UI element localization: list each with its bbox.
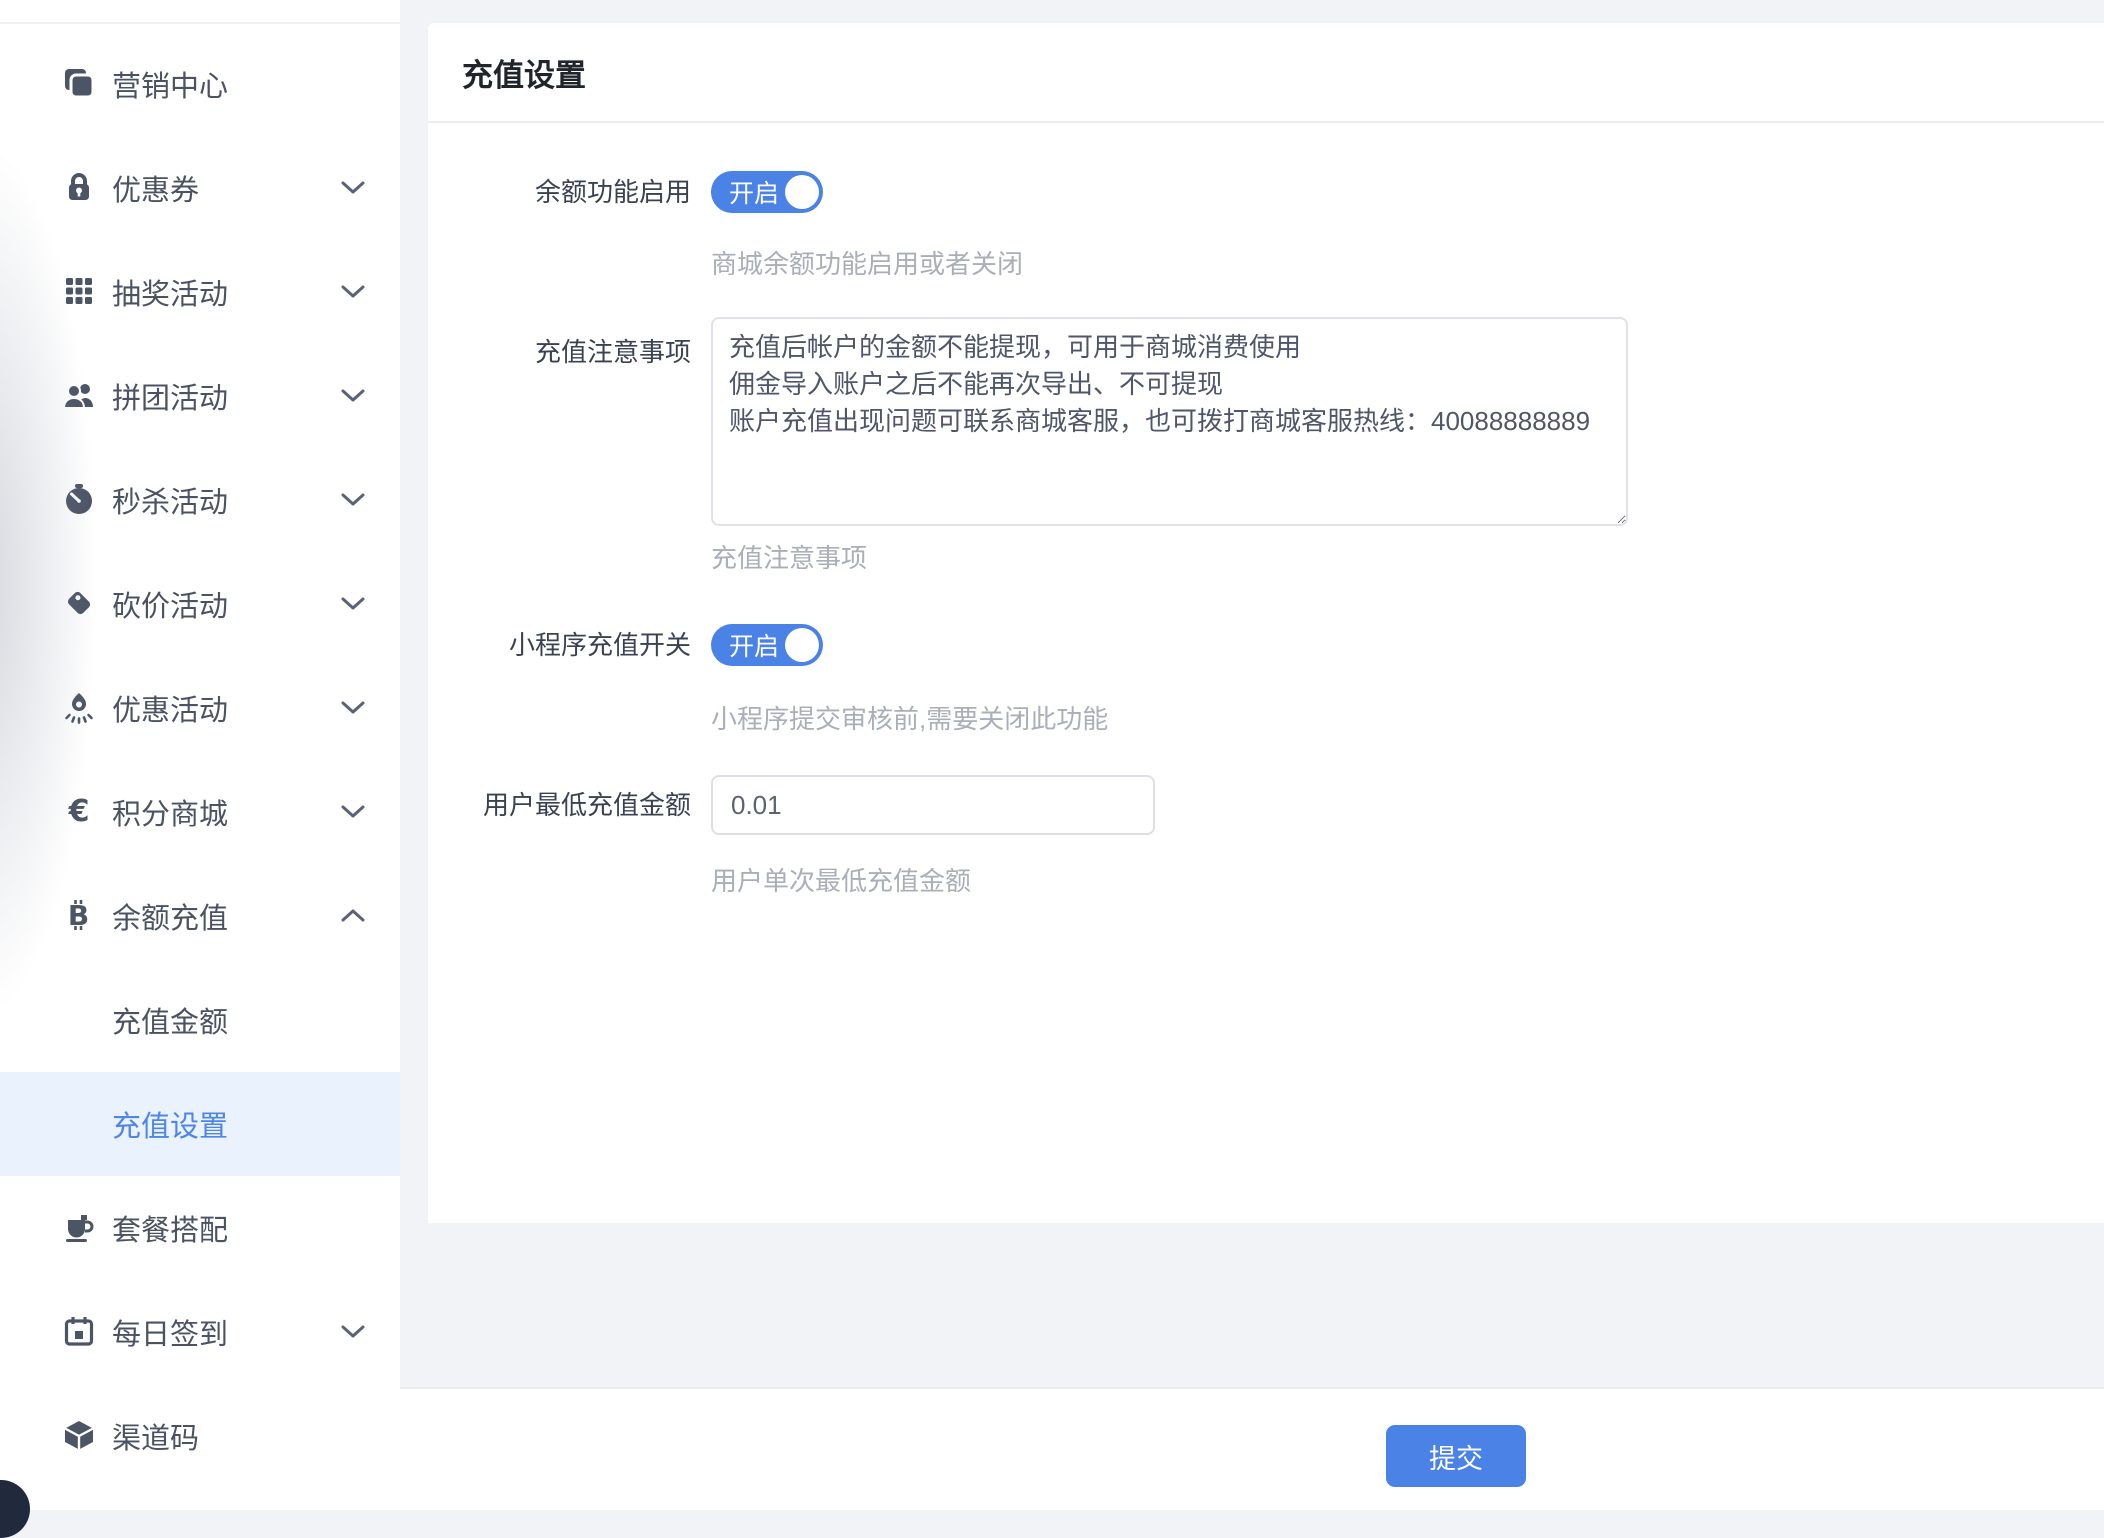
- min-amount-label: 用户最低充值金额: [428, 790, 691, 820]
- svg-text:€: €: [68, 794, 90, 828]
- main-content: 充值设置 余额功能启用 开启 商城余额功能启用或者关闭 充值注意事项 充值后帐户…: [400, 0, 2104, 1510]
- sidebar: 营销中心优惠券抽奖活动拼团活动秒杀活动砍价活动优惠活动 € 积分商城 B 余额充值充值金…: [0, 0, 400, 1510]
- sidebar-item-label: 营销中心: [112, 63, 228, 105]
- chevron-down-icon: [340, 180, 366, 196]
- sidebar-item-label: 渠道码: [112, 1415, 199, 1457]
- min-amount-helper: 用户单次最低充值金额: [711, 866, 2104, 896]
- bitcoin-icon: B: [62, 898, 98, 934]
- sidebar-item-优惠活动[interactable]: 优惠活动: [0, 656, 400, 760]
- sidebar-item-秒杀活动[interactable]: 秒杀活动: [0, 448, 400, 552]
- sidebar-header-divider: [0, 0, 400, 24]
- miniprogram-switch-helper: 小程序提交审核前,需要关闭此功能: [711, 704, 2104, 734]
- miniprogram-switch-row: 小程序充值开关 开启: [428, 624, 2104, 666]
- recharge-notes-label: 充值注意事项: [428, 317, 691, 367]
- chevron-down-icon: [340, 388, 366, 404]
- sidebar-item-label: 优惠券: [112, 167, 199, 209]
- miniprogram-switch-label: 小程序充值开关: [428, 630, 691, 660]
- sidebar-item-label: 拼团活动: [112, 375, 228, 417]
- sidebar-item-营销中心[interactable]: 营销中心: [0, 32, 400, 136]
- lock-icon: [62, 170, 98, 206]
- sidebar-item-抽奖活动[interactable]: 抽奖活动: [0, 240, 400, 344]
- toggle-knob: [785, 175, 819, 209]
- corner-decoration: [0, 1480, 30, 1538]
- recharge-notes-row: 充值注意事项 充值后帐户的金额不能提现，可用于商城消费使用 佣金导入账户之后不能…: [428, 317, 2104, 526]
- submit-button[interactable]: 提交: [1386, 1425, 1526, 1487]
- balance-enable-row: 余额功能启用 开启: [428, 171, 2104, 213]
- miniprogram-switch-toggle[interactable]: 开启: [711, 624, 823, 666]
- sidebar-item-label: 砍价活动: [112, 583, 228, 625]
- copy-icon: [62, 66, 98, 102]
- sidebar-item-label: 充值设置: [112, 1103, 228, 1145]
- chevron-down-icon: [340, 284, 366, 300]
- sidebar-item-套餐搭配[interactable]: 套餐搭配: [0, 1176, 400, 1280]
- chevron-down-icon: [340, 700, 366, 716]
- sidebar-item-label: 积分商城: [112, 791, 228, 833]
- page-title: 充值设置: [462, 50, 586, 95]
- balance-enable-label: 余额功能启用: [428, 177, 691, 207]
- sidebar-item-砍价活动[interactable]: 砍价活动: [0, 552, 400, 656]
- sidebar-menu: 营销中心优惠券抽奖活动拼团活动秒杀活动砍价活动优惠活动 € 积分商城 B 余额充值充值金…: [0, 24, 400, 1488]
- sidebar-item-label: 抽奖活动: [112, 271, 228, 313]
- chevron-up-icon: [340, 908, 366, 924]
- chevron-down-icon: [340, 1324, 366, 1340]
- coffee-icon: [62, 1210, 98, 1246]
- sidebar-item-label: 套餐搭配: [112, 1207, 228, 1249]
- calendar-icon: [62, 1314, 98, 1350]
- sidebar-item-积分商城[interactable]: € 积分商城: [0, 760, 400, 864]
- sidebar-item-label: 秒杀活动: [112, 479, 228, 521]
- euro-icon: €: [62, 794, 98, 830]
- sidebar-item-label: 每日签到: [112, 1311, 228, 1353]
- tag-icon: [62, 586, 98, 622]
- recharge-notes-textarea[interactable]: 充值后帐户的金额不能提现，可用于商城消费使用 佣金导入账户之后不能再次导出、不可…: [711, 317, 1628, 526]
- sidebar-item-余额充值[interactable]: B 余额充值: [0, 864, 400, 968]
- sidebar-item-拼团活动[interactable]: 拼团活动: [0, 344, 400, 448]
- recharge-notes-helper: 充值注意事项: [711, 543, 2104, 573]
- sidebar-item-优惠券[interactable]: 优惠券: [0, 136, 400, 240]
- stopwatch-icon: [62, 482, 98, 518]
- users-icon: [62, 378, 98, 414]
- balance-enable-toggle[interactable]: 开启: [711, 171, 823, 213]
- balance-enable-helper: 商城余额功能启用或者关闭: [711, 249, 2104, 279]
- sidebar-item-充值设置[interactable]: 充值设置: [0, 1072, 400, 1176]
- spark-icon: [62, 690, 98, 726]
- card-header: 充值设置: [428, 23, 2104, 123]
- sidebar-item-渠道码[interactable]: 渠道码: [0, 1384, 400, 1488]
- sidebar-item-label: 充值金额: [112, 999, 228, 1041]
- toggle-knob: [785, 628, 819, 662]
- sidebar-item-每日签到[interactable]: 每日签到: [0, 1280, 400, 1384]
- svg-text:B: B: [68, 899, 89, 932]
- settings-card: 充值设置 余额功能启用 开启 商城余额功能启用或者关闭 充值注意事项 充值后帐户…: [428, 23, 2104, 1223]
- sidebar-item-label: 优惠活动: [112, 687, 228, 729]
- sidebar-item-充值金额[interactable]: 充值金额: [0, 968, 400, 1072]
- chevron-down-icon: [340, 492, 366, 508]
- footer-action-bar: 提交: [400, 1387, 2104, 1510]
- toggle-on-label: 开启: [729, 174, 779, 210]
- cube-icon: [62, 1418, 98, 1454]
- recharge-settings-form: 余额功能启用 开启 商城余额功能启用或者关闭 充值注意事项 充值后帐户的金额不能…: [428, 123, 2104, 896]
- min-amount-input[interactable]: [711, 775, 1155, 835]
- sidebar-item-label: 余额充值: [112, 895, 228, 937]
- toggle-on-label: 开启: [729, 627, 779, 663]
- chevron-down-icon: [340, 596, 366, 612]
- chevron-down-icon: [340, 804, 366, 820]
- min-amount-row: 用户最低充值金额: [428, 775, 2104, 835]
- grid-icon: [62, 274, 98, 310]
